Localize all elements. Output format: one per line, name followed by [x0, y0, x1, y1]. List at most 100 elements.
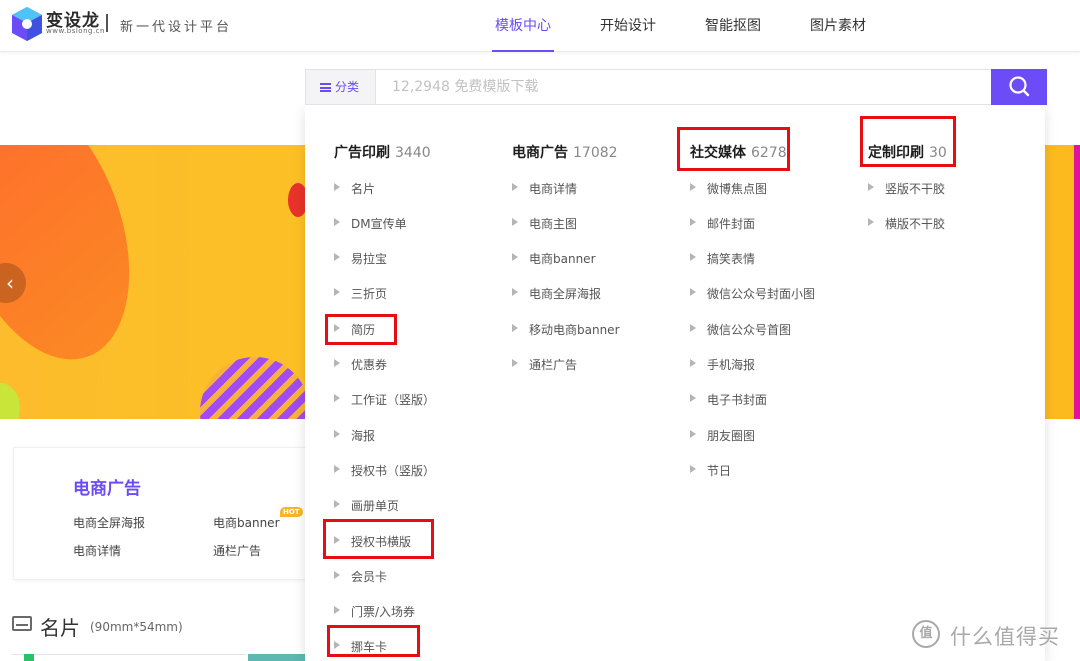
triangle-right-icon: [512, 253, 518, 261]
watermark-logo-icon: 值: [912, 620, 940, 648]
triangle-right-icon: [512, 183, 518, 191]
triangle-right-icon: [334, 359, 340, 367]
search-input[interactable]: [378, 70, 990, 104]
category-item-label: 电子书封面: [707, 393, 768, 407]
category-dropdown: 广告印刷 3440 名片 DM宣传单 易拉宝 三折页 简历 优惠券 工作证（竖版）…: [305, 105, 1045, 661]
category-item-label: 易拉宝: [351, 252, 388, 266]
banner-right-edge: [1074, 145, 1080, 419]
category-item[interactable]: 移动电商banner: [512, 321, 620, 338]
category-item-label: 微信公众号首图: [707, 323, 792, 337]
category-item-label: 画册单页: [351, 499, 400, 513]
card-link-fullscreen-poster[interactable]: 电商全屏海报: [73, 514, 145, 531]
category-button[interactable]: 分类: [306, 70, 376, 104]
category-item[interactable]: 搞笑表情: [690, 250, 755, 267]
triangle-right-icon: [334, 500, 340, 508]
business-card-icon: [12, 616, 32, 631]
category-item[interactable]: 三折页: [334, 285, 387, 302]
highlight-box-authorization-landscape: [323, 519, 434, 559]
menu-icon: [320, 83, 331, 92]
category-item[interactable]: 微信公众号首图: [690, 321, 791, 338]
category-item[interactable]: 电商主图: [512, 215, 577, 232]
nav-template-center[interactable]: 模板中心: [492, 0, 554, 52]
category-item[interactable]: 门票/入场券: [334, 603, 415, 620]
category-item[interactable]: 优惠券: [334, 356, 387, 373]
card-link-banner[interactable]: 电商banner: [213, 514, 280, 531]
watermark-text: 什么值得买: [950, 625, 1060, 649]
template-thumbnail[interactable]: [12, 654, 246, 661]
category-item[interactable]: 电商全屏海报: [512, 285, 601, 302]
category-item-label: 授权书（竖版）: [351, 464, 436, 478]
card-link-banner-ad[interactable]: 通栏广告: [213, 542, 261, 559]
category-item[interactable]: DM宣传单: [334, 215, 407, 232]
triangle-right-icon: [334, 218, 340, 226]
banner-orange-shape: [0, 145, 164, 384]
category-item[interactable]: 邮件封面: [690, 215, 755, 232]
nav-smart-cutout[interactable]: 智能抠图: [705, 0, 761, 52]
triangle-right-icon: [690, 288, 696, 296]
category-item-label: 工作证（竖版）: [351, 393, 436, 407]
triangle-right-icon: [334, 183, 340, 191]
category-count: 17082: [573, 145, 618, 161]
template-thumbnail[interactable]: [248, 654, 305, 661]
ecommerce-ad-card: 电商广告 电商全屏海报 电商banner HOT 电商详情 通栏广告: [13, 447, 308, 580]
category-item[interactable]: 微博焦点图: [690, 180, 767, 197]
category-item[interactable]: 横版不干胶: [868, 215, 945, 232]
category-item[interactable]: 手机海报: [690, 356, 755, 373]
category-item[interactable]: 会员卡: [334, 568, 387, 585]
triangle-right-icon: [690, 324, 696, 332]
category-item[interactable]: 工作证（竖版）: [334, 391, 435, 408]
category-item-label: 电商全屏海报: [529, 287, 602, 301]
triangle-right-icon: [690, 359, 696, 367]
triangle-right-icon: [690, 430, 696, 438]
triangle-right-icon: [334, 430, 340, 438]
category-item-label: 朋友圈图: [707, 429, 756, 443]
category-item[interactable]: 海报: [334, 427, 375, 444]
category-item[interactable]: 节日: [690, 462, 731, 479]
card-title[interactable]: 电商广告: [73, 474, 141, 499]
category-item-label: 门票/入场券: [351, 605, 416, 619]
category-item-label: 手机海报: [707, 358, 756, 372]
triangle-right-icon: [868, 218, 874, 226]
category-item[interactable]: 电商banner: [512, 250, 596, 267]
category-header-ecommerce-ads[interactable]: 电商广告 17082: [512, 142, 618, 162]
triangle-right-icon: [690, 394, 696, 402]
category-item[interactable]: 名片: [334, 180, 375, 197]
section-subtitle: (90mm*54mm): [90, 620, 183, 634]
category-name: 电商广告: [512, 145, 568, 161]
category-item[interactable]: 微信公众号封面小图: [690, 285, 815, 302]
category-item-label: 微信公众号封面小图: [707, 287, 816, 301]
search-button[interactable]: [991, 69, 1047, 105]
triangle-right-icon: [690, 218, 696, 226]
category-item[interactable]: 朋友圈图: [690, 427, 755, 444]
category-item[interactable]: 电商详情: [512, 180, 577, 197]
chevron-left-icon: ‹: [6, 271, 14, 295]
hot-badge: HOT: [280, 507, 303, 517]
category-header-print-ads[interactable]: 广告印刷 3440: [334, 142, 431, 162]
brand-url: www.bslong.cn: [46, 27, 105, 35]
category-item[interactable]: 电子书封面: [690, 391, 767, 408]
category-item[interactable]: 竖版不干胶: [868, 180, 945, 197]
triangle-right-icon: [512, 324, 518, 332]
category-item-label: 三折页: [351, 287, 388, 301]
category-item-label: 优惠券: [351, 358, 388, 372]
category-item[interactable]: 易拉宝: [334, 250, 387, 267]
triangle-right-icon: [690, 253, 696, 261]
banner-striped-circle: [200, 357, 310, 419]
triangle-right-icon: [334, 253, 340, 261]
highlight-box-social-media: [677, 127, 790, 171]
category-item-label: 电商banner: [529, 252, 596, 266]
brand-tagline: 新一代设计平台: [120, 20, 233, 35]
category-item-label: 邮件封面: [707, 217, 756, 231]
category-item[interactable]: 通栏广告: [512, 356, 577, 373]
nav-image-assets[interactable]: 图片素材: [810, 0, 866, 52]
nav-start-design[interactable]: 开始设计: [600, 0, 656, 52]
category-item-label: 名片: [351, 182, 376, 196]
category-count: 3440: [395, 145, 431, 161]
category-item-label: 搞笑表情: [707, 252, 756, 266]
category-item[interactable]: 画册单页: [334, 497, 399, 514]
category-item[interactable]: 授权书（竖版）: [334, 462, 435, 479]
section-title: 名片: [40, 616, 80, 640]
banner-green-shape: [0, 383, 20, 419]
card-link-detail[interactable]: 电商详情: [73, 542, 121, 559]
logo-icon[interactable]: [10, 6, 44, 42]
